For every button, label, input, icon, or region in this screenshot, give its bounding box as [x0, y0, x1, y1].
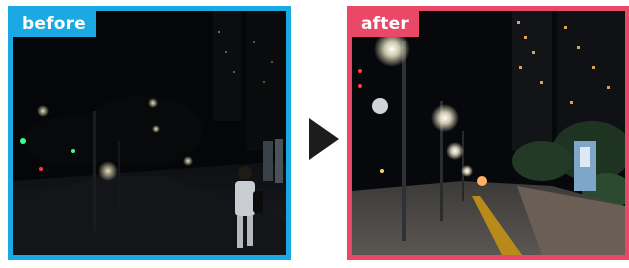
play-right-icon	[309, 118, 339, 160]
after-night-street-photo	[352, 11, 625, 255]
after-photo-panel: after	[347, 6, 629, 260]
after-label: after	[352, 11, 419, 37]
before-label: before	[13, 11, 96, 37]
before-photo-panel: before	[8, 6, 291, 260]
before-night-street-photo	[13, 11, 286, 255]
